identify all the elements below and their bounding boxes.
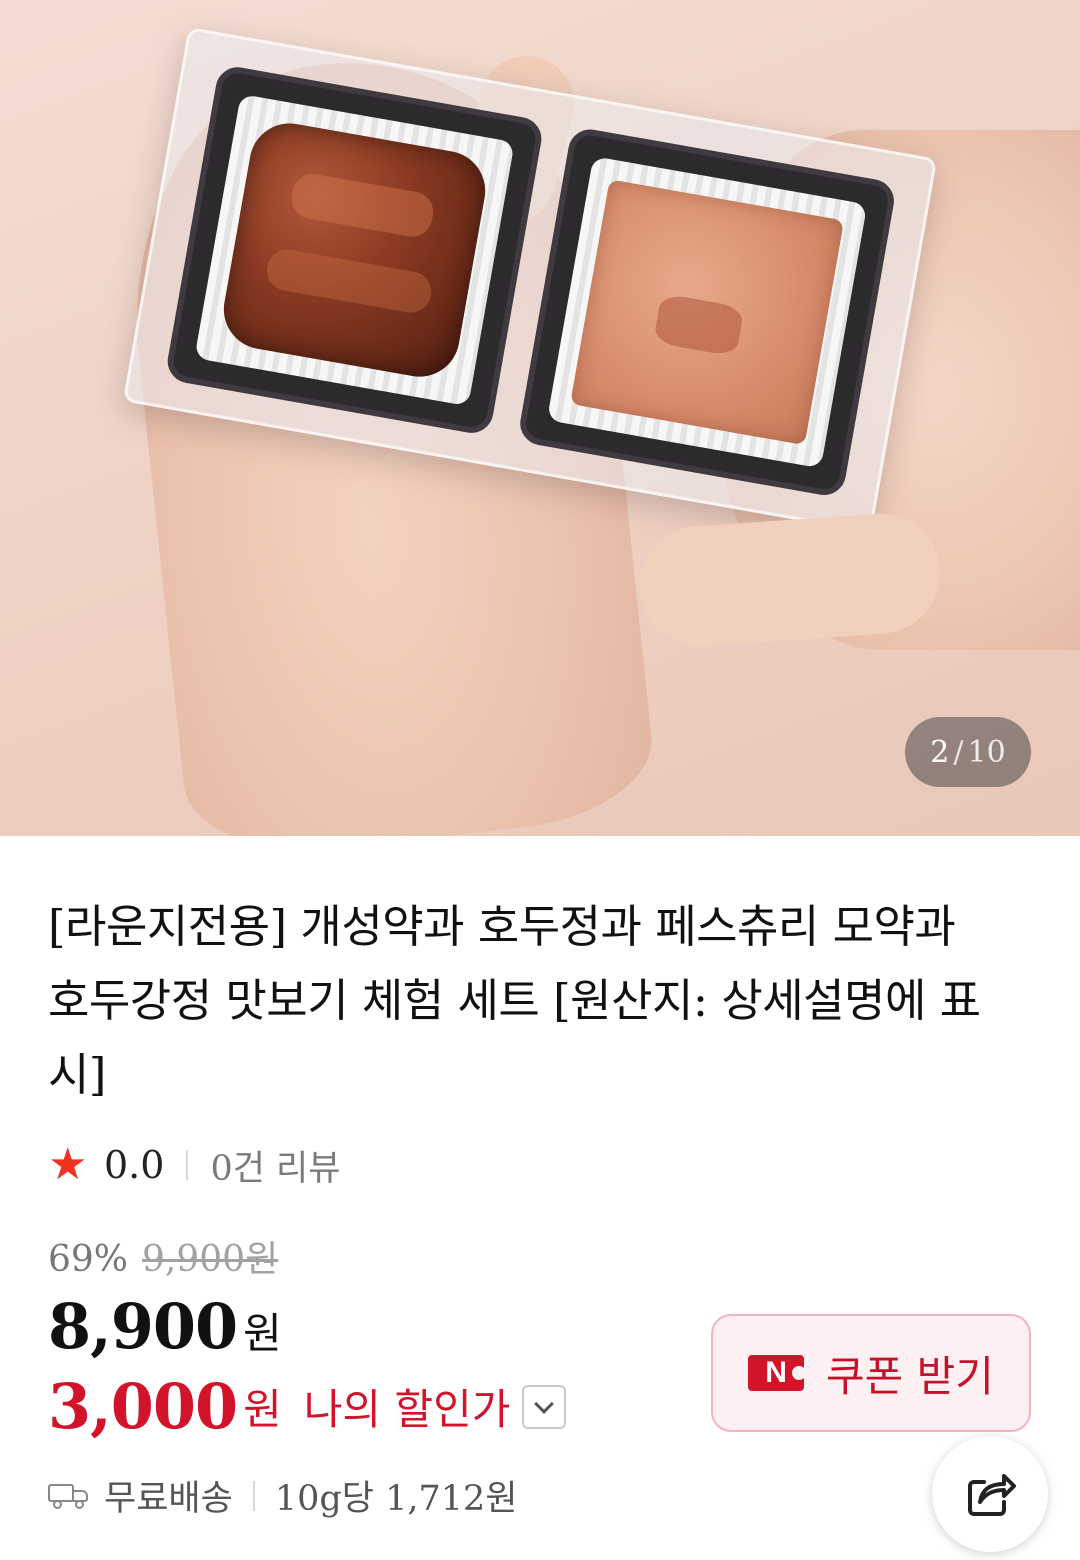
coupon-button-label: 쿠폰 받기 [826, 1351, 994, 1401]
share-button[interactable] [932, 1436, 1048, 1552]
my-discount-row: 3,000 원 나의 할인가 [48, 1370, 567, 1443]
discount-row: 69% 9,900원 [48, 1230, 278, 1282]
share-icon [968, 1474, 1016, 1516]
rating-row[interactable]: ★ 0.0 0건 리뷰 [48, 1140, 340, 1190]
original-price: 9,900원 [142, 1239, 279, 1280]
candied-walnuts [217, 117, 492, 384]
image-counter-separator: / [953, 734, 964, 770]
n-icon: N [748, 1355, 807, 1391]
image-counter-total: 10 [967, 734, 1006, 770]
divider [252, 1480, 255, 1511]
tray-pastry [516, 126, 898, 499]
star-icon: ★ [48, 1139, 88, 1190]
product-title: [라운지전용] 개성약과 호두정과 페스츄리 모약과 호두강정 맛보기 체험 세… [48, 900, 981, 1101]
chevron-down-icon [534, 1393, 555, 1414]
sale-price-unit: 원 [243, 1309, 282, 1358]
review-count[interactable]: 0건 리뷰 [210, 1140, 340, 1191]
price-row: 8,900 원 [48, 1290, 282, 1363]
unit-price: 10g당 1,712원 [274, 1479, 518, 1519]
discount-rate: 69% [48, 1239, 129, 1280]
pastry-yakgwa [570, 179, 845, 446]
image-counter-current: 2 [930, 734, 950, 770]
image-counter: 2 / 10 [905, 717, 1031, 787]
coupon-button[interactable]: N 쿠폰 받기 [711, 1314, 1031, 1432]
thumb-right [636, 509, 944, 651]
my-discount-price: 3,000 [48, 1370, 238, 1443]
my-discount-unit: 원 [243, 1385, 282, 1434]
divider [186, 1150, 189, 1180]
tray-pecan [164, 63, 545, 437]
truck-icon [48, 1482, 90, 1510]
rating-score: 0.0 [104, 1143, 165, 1187]
shipping-row: 무료배송 10g당 1,712원 [48, 1470, 517, 1521]
my-discount-label: 나의 할인가 [303, 1385, 511, 1434]
shipping-text: 무료배송 [104, 1479, 233, 1519]
my-discount-dropdown-button[interactable] [522, 1384, 567, 1429]
product-image-gallery[interactable]: 2 / 10 [0, 0, 1080, 836]
sale-price: 8,900 [48, 1290, 238, 1363]
